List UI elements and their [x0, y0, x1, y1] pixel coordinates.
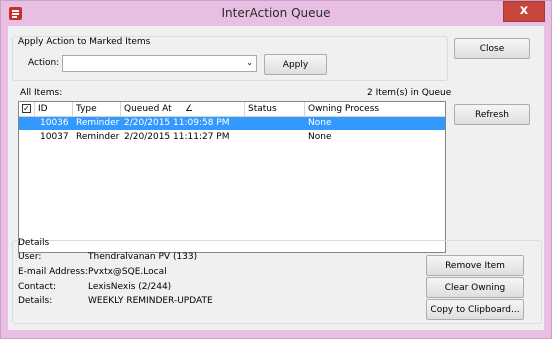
cell-status	[245, 131, 248, 144]
cell-queued-at: 2/20/2015 11:09:58 PM	[124, 118, 230, 128]
remove-item-button[interactable]: Remove Item	[426, 255, 524, 276]
contact-value: LexisNexis (2/244)	[88, 282, 172, 292]
close-icon[interactable]: x	[503, 1, 545, 22]
list-header: ✓ ID Type Queued At ∠ Status Owning Proc…	[19, 102, 445, 117]
sort-indicator-icon: ∠	[185, 104, 194, 114]
clear-owning-process-button[interactable]: Clear Owning Process	[426, 277, 524, 313]
column-status[interactable]: Status	[245, 102, 305, 116]
cell-type: Reminder	[76, 132, 120, 142]
header-checkbox-col[interactable]: ✓	[19, 102, 35, 116]
column-id[interactable]: ID	[35, 102, 73, 116]
column-queued-at[interactable]: Queued At ∠	[121, 102, 245, 116]
cell-queued-at: 2/20/2015 11:11:27 PM	[124, 132, 230, 142]
column-type[interactable]: Type	[73, 102, 121, 116]
close-button[interactable]: Close	[454, 38, 530, 59]
title-bar[interactable]: InterAction Queue x	[1, 1, 551, 25]
table-row[interactable]: 10037 Reminder 2/20/2015 11:11:27 PM Non…	[19, 131, 445, 144]
chevron-down-icon: ⌄	[246, 58, 253, 67]
window: InterAction Queue x Apply Action to Mark…	[0, 0, 552, 339]
window-title: InterAction Queue	[221, 6, 331, 20]
action-label: Action:	[28, 58, 60, 68]
contact-label: Contact:	[18, 282, 57, 292]
action-dropdown[interactable]: ⌄	[62, 55, 257, 72]
cell-type: Reminder	[76, 118, 120, 128]
user-value: Thendralvanan PV (133)	[88, 252, 198, 262]
copy-to-clipboard-button[interactable]: Copy to Clipboard...	[426, 299, 524, 320]
column-owning-process[interactable]: Owning Process	[305, 102, 445, 116]
cell-id: 10036	[40, 118, 69, 128]
table-row[interactable]: 10036 Reminder 2/20/2015 11:09:58 PM Non…	[19, 117, 445, 130]
queued-at-label: Queued At	[124, 104, 172, 114]
select-all-checkbox[interactable]: ✓	[22, 104, 31, 113]
apply-button[interactable]: Apply	[264, 54, 327, 75]
email-value: Pvxtx@SQE.Local	[88, 267, 167, 277]
dialog-body: Apply Action to Marked Items Action: ⌄ A…	[8, 26, 544, 330]
queue-count: 2 Item(s) in Queue	[367, 88, 452, 98]
details-legend: Details	[18, 238, 50, 248]
refresh-button[interactable]: Refresh	[454, 104, 530, 125]
cell-status	[245, 117, 248, 130]
user-label: User:	[18, 252, 42, 262]
cell-id: 10037	[40, 132, 69, 142]
details-value: WEEKLY REMINDER-UPDATE	[88, 296, 213, 306]
details-label: Details:	[18, 296, 53, 306]
all-items-label: All Items:	[20, 88, 63, 98]
cell-owning-process: None	[308, 118, 332, 128]
cell-owning-process: None	[308, 132, 332, 142]
queue-list[interactable]: ✓ ID Type Queued At ∠ Status Owning Proc…	[18, 101, 446, 253]
email-label: E-mail Address:	[18, 267, 88, 277]
apply-action-legend: Apply Action to Marked Items	[18, 37, 151, 47]
